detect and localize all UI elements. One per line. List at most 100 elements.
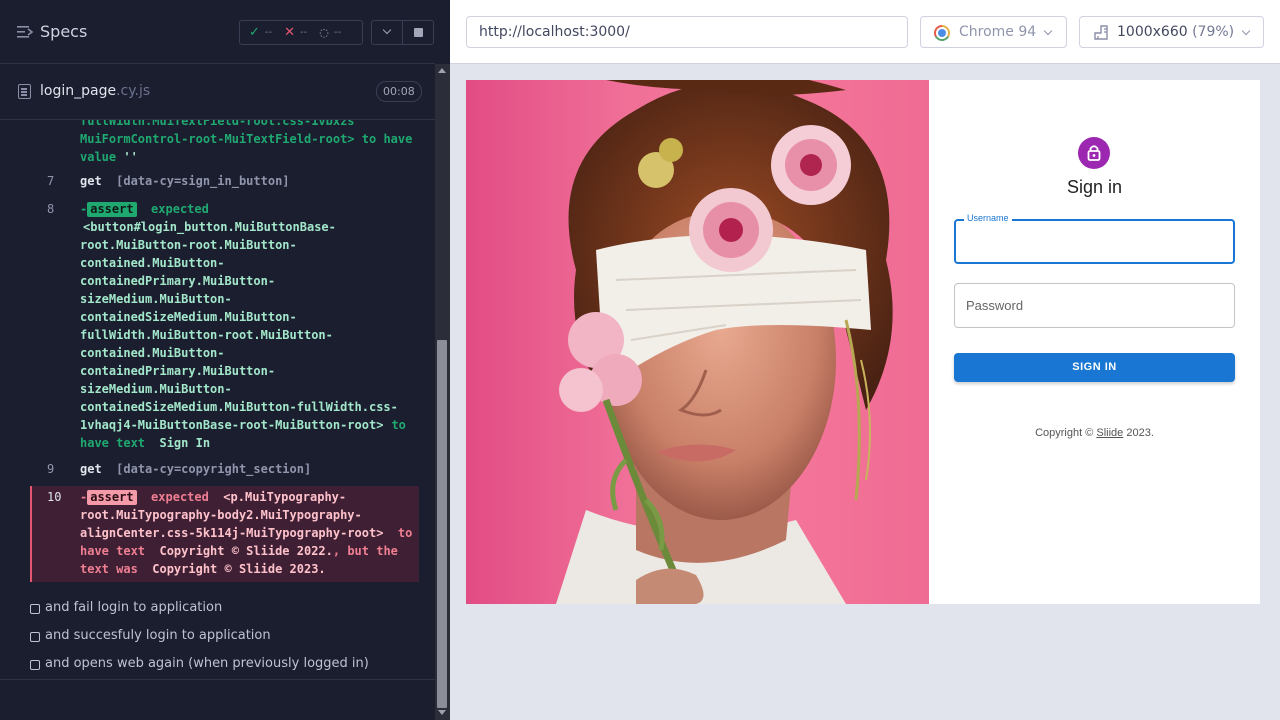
scrollbar-thumb[interactable]: [437, 340, 447, 708]
command-6-line: MuiFormControl-root-MuiTextField-root>: [80, 132, 355, 146]
copyright-link[interactable]: Sliide: [1096, 427, 1123, 439]
pending-test-icon: [30, 604, 40, 614]
assert-subject-line: containedSizeMedium.MuiButton-fullWidth.…: [80, 398, 420, 416]
assert-subject-line: <button#login_button.MuiButtonBase-: [80, 218, 420, 236]
assert-subject-text: containedPrimary.MuiButton-: [80, 364, 276, 378]
assert-subject-text: contained.MuiButton-: [80, 256, 225, 270]
pending-test-icon: [30, 660, 40, 670]
assert-to-text: to: [391, 418, 406, 432]
assert-value: Sign In: [159, 436, 211, 450]
x-icon: ✕: [284, 25, 296, 40]
assert-subject-text: containedSizeMedium.MuiButton-: [80, 310, 297, 324]
assert-subject-line: alignCenter.css-5k114j-MuiTypography-roo…: [80, 526, 384, 540]
assert-subject-text: <button#login_button.MuiButtonBase-: [83, 220, 336, 234]
command-6-assert-text: to have: [361, 132, 413, 146]
assert-have-text: have text: [80, 436, 146, 450]
sign-in-button[interactable]: SIGN IN: [954, 353, 1235, 382]
scroll-up-arrow-icon[interactable]: [438, 68, 446, 73]
viewport-selector[interactable]: 1000x660 (79%): [1079, 16, 1264, 48]
app-viewport: Sign in Username Password SIGN IN Copyri…: [466, 80, 1260, 604]
login-hero-image: [466, 80, 929, 604]
command-number: 10: [47, 490, 62, 504]
hero-portrait-illustration: [556, 80, 893, 604]
command-log: fullWidth.MuiTextField-root.css-1vbxzs M…: [0, 120, 435, 680]
assert-subject-line: containedPrimary.MuiButton-: [80, 272, 420, 290]
ruler-icon: [1094, 25, 1108, 40]
sign-in-form: Sign in Username Password SIGN IN Copyri…: [929, 80, 1260, 604]
command-selector: [data-cy=sign_in_button]: [116, 174, 290, 188]
assert-subject-text: containedSizeMedium.MuiButton-fullWidth.…: [80, 400, 398, 414]
stop-button[interactable]: [402, 20, 434, 45]
divider: [0, 679, 435, 680]
assert-expected-text: expected: [151, 490, 209, 504]
spec-file-extension: .cy.js: [116, 83, 151, 99]
assert-subject-line: sizeMedium.MuiButton-: [80, 290, 420, 308]
copyright-section: Copyright © Sliide 2023.: [929, 427, 1260, 439]
passed-count: --: [264, 27, 273, 38]
assert-expected-text: expected: [151, 202, 209, 216]
assert-subject-text: 1vhaqj4-MuiButtonBase-root-MuiButton-roo…: [80, 418, 384, 432]
assert-subject-line: sizeMedium.MuiButton-: [80, 380, 420, 398]
test-title: and fail login to application: [45, 600, 223, 615]
chrome-icon: [934, 25, 950, 41]
assert-subject-line: containedPrimary.MuiButton-: [80, 362, 420, 380]
assert-expected-value: Copyright © Sliide 2022.: [159, 544, 333, 558]
pending-icon: ◌: [319, 26, 329, 39]
username-field[interactable]: Username: [954, 213, 1235, 264]
command-name: get: [80, 174, 102, 188]
viewport-size: 1000x660 (79%): [1117, 24, 1234, 40]
command-name: get: [80, 462, 102, 476]
command-6-body: fullWidth.MuiTextField-root.css-1vbxzs M…: [80, 120, 420, 166]
command-number: 8: [47, 202, 55, 216]
passed-stat: ✓ --: [249, 25, 272, 40]
assert-subject-line: <p.MuiTypography-: [223, 490, 347, 504]
assert-subject-line: containedSizeMedium.MuiButton-: [80, 308, 420, 326]
assert-badge-failed: assert: [87, 490, 137, 505]
assert-subject-text: containedPrimary.MuiButton-: [80, 274, 276, 288]
command-number: 7: [47, 174, 55, 188]
assert-subject-line: contained.MuiButton-: [80, 344, 420, 362]
pending-count: --: [333, 27, 342, 38]
log-scrollbar[interactable]: [435, 64, 450, 720]
command-dash: -: [80, 202, 88, 216]
assert-to-text: to: [397, 526, 413, 540]
password-label: Password: [966, 298, 1024, 313]
cypress-reporter-panel: Specs ✓ -- ✕ -- ◌ -- login_page.cy.js 00…: [0, 0, 450, 720]
spec-file-name[interactable]: login_page.cy.js: [40, 83, 150, 99]
specs-header: Specs ✓ -- ✕ -- ◌ --: [0, 0, 435, 64]
assert-badge: assert: [87, 202, 137, 217]
specs-title[interactable]: Specs: [40, 22, 87, 41]
scroll-down-arrow-icon[interactable]: [438, 710, 446, 715]
assert-subject-line: fullWidth.MuiButton-root.MuiButton-: [80, 326, 420, 344]
failed-count: --: [300, 27, 308, 38]
assert-actual-value: Copyright © Sliide 2023.: [152, 562, 326, 576]
spec-duration: 00:08: [376, 81, 422, 102]
assert-subject-line: root.MuiButton-root.MuiButton-: [80, 236, 420, 254]
spec-file-row: login_page.cy.js 00:08: [0, 64, 435, 120]
spec-file-basename: login_page: [40, 83, 117, 99]
username-label: Username: [964, 213, 1012, 223]
flower: [771, 125, 851, 205]
page-title: Sign in: [1066, 177, 1123, 197]
browser-name: Chrome 94: [959, 24, 1037, 40]
check-icon: ✓: [249, 25, 260, 40]
test-title: and succesfuly login to application: [45, 628, 271, 643]
command-6-line: fullWidth.MuiTextField-root.css-1vbxzs: [80, 120, 355, 128]
url-bar[interactable]: http://localhost:3000/: [466, 16, 908, 48]
browser-selector[interactable]: Chrome 94: [920, 16, 1067, 48]
viewport-zoom: (79%): [1192, 24, 1235, 40]
specs-list-icon[interactable]: [17, 25, 33, 39]
assert-subject-line: root.MuiTypography-body2.MuiTypography-: [80, 508, 362, 522]
assert-subject: <button#login_button.MuiButtonBase-root.…: [80, 218, 420, 434]
chevron-down-icon: [1241, 26, 1251, 36]
toggle-auto-scroll-button[interactable]: [371, 20, 403, 45]
command-6-value: '': [123, 150, 138, 164]
assert-have-text: have text: [80, 544, 146, 558]
password-field[interactable]: Password: [954, 283, 1235, 328]
assert-but-text: , but the: [332, 544, 398, 558]
assert-subject-text: sizeMedium.MuiButton-: [80, 292, 232, 306]
command-number: 9: [47, 462, 55, 476]
browser-toolbar: http://localhost:3000/ Chrome 94 1000x66…: [450, 0, 1280, 64]
flower: [689, 188, 773, 272]
assert-subject-text: root.MuiButton-root.MuiButton-: [80, 238, 297, 252]
